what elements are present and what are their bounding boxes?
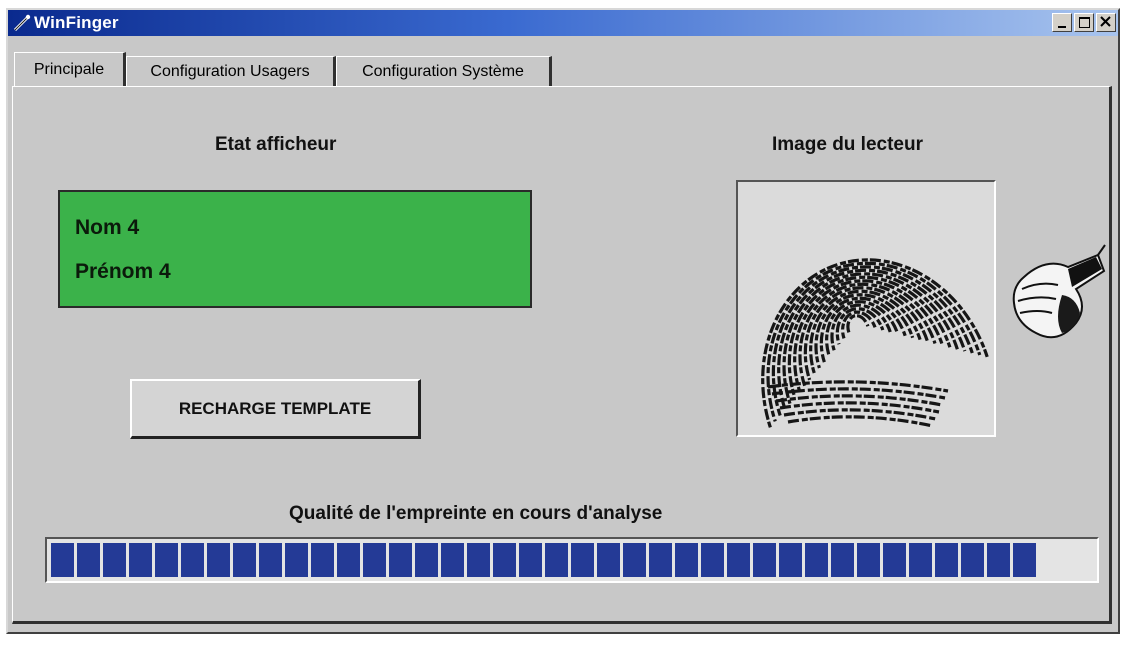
progress-segment bbox=[363, 543, 386, 577]
progress-segment bbox=[701, 543, 724, 577]
progress-segment bbox=[181, 543, 204, 577]
maximize-icon bbox=[1079, 17, 1090, 28]
maximize-button[interactable] bbox=[1074, 13, 1094, 32]
progress-segment bbox=[649, 543, 672, 577]
progress-segment bbox=[155, 543, 178, 577]
hand-on-fingerprint-reader-icon bbox=[1012, 244, 1106, 339]
reload-template-label: RECHARGE TEMPLATE bbox=[178, 398, 372, 418]
app-window: WinFinger Principale Configuration Usage… bbox=[6, 8, 1120, 634]
progress-segment bbox=[857, 543, 880, 577]
progress-segment bbox=[961, 543, 984, 577]
progress-segment bbox=[909, 543, 932, 577]
tab-label: Principale bbox=[33, 61, 105, 78]
tab-configuration-systeme[interactable]: Configuration Système bbox=[336, 56, 552, 86]
close-icon bbox=[1100, 16, 1111, 27]
reader-heading: Image du lecteur bbox=[772, 134, 923, 155]
progress-segment bbox=[571, 543, 594, 577]
pen-icon bbox=[13, 14, 31, 32]
progress-segment bbox=[285, 543, 308, 577]
minimize-button[interactable] bbox=[1052, 13, 1072, 32]
progress-segment bbox=[623, 543, 646, 577]
progress-segment bbox=[337, 543, 360, 577]
progress-segment bbox=[467, 543, 490, 577]
tab-label: Configuration Système bbox=[362, 63, 524, 80]
tab-label: Configuration Usagers bbox=[150, 63, 310, 80]
progress-segment bbox=[545, 543, 568, 577]
progress-segment bbox=[987, 543, 1010, 577]
progress-segment bbox=[311, 543, 334, 577]
progress-segment bbox=[883, 543, 906, 577]
fingerprint-scan bbox=[738, 182, 994, 435]
progress-segment bbox=[207, 543, 230, 577]
fingerprint-image bbox=[736, 180, 996, 437]
progress-segment bbox=[51, 543, 74, 577]
progress-segment bbox=[597, 543, 620, 577]
progress-segment bbox=[233, 543, 256, 577]
display-screen: Nom 4 Prénom 4 bbox=[58, 190, 532, 308]
progress-segment bbox=[1013, 543, 1036, 577]
progress-segment bbox=[493, 543, 516, 577]
progress-segment bbox=[727, 543, 750, 577]
progress-segment bbox=[103, 543, 126, 577]
progress-segment bbox=[831, 543, 854, 577]
progress-segment bbox=[415, 543, 438, 577]
progress-segment bbox=[129, 543, 152, 577]
progress-segment bbox=[259, 543, 282, 577]
progress-segment bbox=[675, 543, 698, 577]
tab-configuration-usagers[interactable]: Configuration Usagers bbox=[126, 56, 336, 86]
display-heading: Etat afficheur bbox=[215, 134, 337, 155]
progress-segment bbox=[753, 543, 776, 577]
progress-segment bbox=[805, 543, 828, 577]
display-line-name: Nom 4 bbox=[75, 216, 140, 239]
title-bar[interactable]: WinFinger bbox=[8, 10, 1118, 36]
minimize-icon bbox=[1058, 26, 1066, 28]
progress-segment bbox=[77, 543, 100, 577]
close-button[interactable] bbox=[1096, 13, 1116, 32]
tab-principale[interactable]: Principale bbox=[14, 52, 126, 86]
tab-panel-principale: Etat afficheur Nom 4 Prénom 4 RECHARGE T… bbox=[12, 86, 1112, 624]
progress-segment bbox=[389, 543, 412, 577]
progress-segment bbox=[935, 543, 958, 577]
reload-template-button[interactable]: RECHARGE TEMPLATE bbox=[130, 379, 421, 439]
quality-progress-fill bbox=[51, 543, 1097, 577]
progress-segment bbox=[519, 543, 542, 577]
display-line-firstname: Prénom 4 bbox=[75, 260, 171, 283]
window-title: WinFinger bbox=[34, 13, 119, 32]
quality-heading: Qualité de l'empreinte en cours d'analys… bbox=[289, 503, 663, 524]
progress-segment bbox=[441, 543, 464, 577]
quality-progress-bar bbox=[45, 537, 1099, 583]
progress-segment bbox=[779, 543, 802, 577]
